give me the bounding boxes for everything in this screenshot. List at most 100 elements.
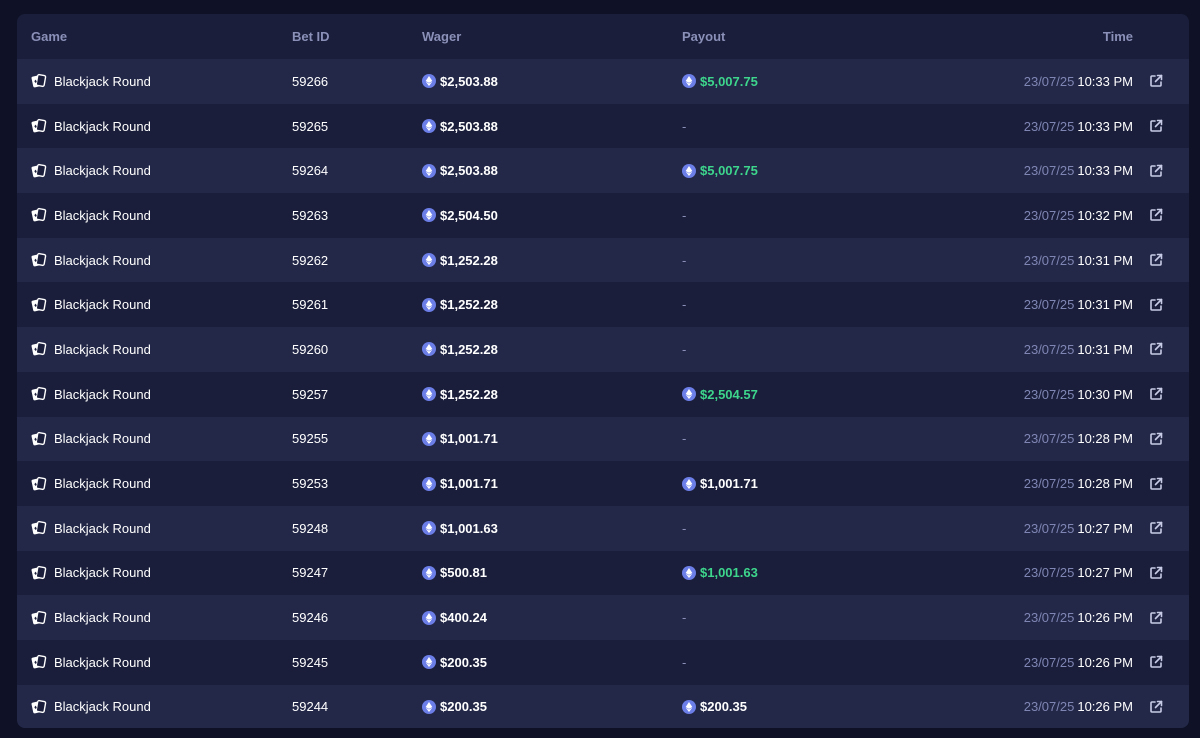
bet-time: 10:32 PM — [1077, 207, 1133, 223]
game-cell: Blackjack Round — [31, 238, 151, 283]
game-cell: Blackjack Round — [31, 506, 151, 551]
table-row[interactable]: Blackjack Round 59266 $2,503.88 $5,007.7… — [17, 59, 1189, 104]
header-bet-id[interactable]: Bet ID — [292, 29, 330, 44]
ethereum-icon — [422, 655, 436, 670]
external-link-icon[interactable] — [1148, 341, 1164, 357]
payout-amount: $5,007.75 — [700, 163, 758, 179]
header-wager[interactable]: Wager — [422, 29, 461, 44]
external-link-icon[interactable] — [1148, 610, 1164, 626]
wager-cell: $400.24 — [422, 595, 487, 640]
table-row[interactable]: Blackjack Round 59244 $200.35 $200.35 23… — [17, 684, 1189, 728]
table-row[interactable]: Blackjack Round 59247 $500.81 $1,001.63 … — [17, 550, 1189, 596]
table-row[interactable]: Blackjack Round 59248 $1,001.63 - 23/07/… — [17, 505, 1189, 551]
wager-cell: $1,252.28 — [422, 372, 498, 417]
game-cell: Blackjack Round — [31, 417, 151, 462]
external-link-icon[interactable] — [1148, 520, 1164, 536]
bet-date: 23/07/25 — [1023, 610, 1075, 626]
game-cell: Blackjack Round — [31, 685, 151, 728]
open-bet-link[interactable] — [1148, 417, 1164, 462]
game-cell: Blackjack Round — [31, 551, 151, 596]
game-cell: Blackjack Round — [31, 148, 151, 193]
bet-date: 23/07/25 — [1023, 386, 1075, 402]
table-row[interactable]: Blackjack Round 59253 $1,001.71 $1,001.7… — [17, 461, 1189, 506]
ethereum-icon — [422, 610, 436, 625]
open-bet-link[interactable] — [1148, 238, 1164, 283]
open-bet-link[interactable] — [1148, 327, 1164, 372]
header-time[interactable]: Time — [1103, 29, 1133, 44]
external-link-icon[interactable] — [1148, 476, 1164, 492]
external-link-icon[interactable] — [1148, 565, 1164, 581]
game-name: Blackjack Round — [54, 520, 151, 536]
table-row[interactable]: Blackjack Round 59264 $2,503.88 $5,007.7… — [17, 148, 1189, 194]
bet-id: 59262 — [292, 252, 329, 268]
blackjack-cards-icon — [31, 386, 47, 402]
wager-cell: $2,503.88 — [422, 59, 498, 104]
payout-cell: - — [682, 506, 686, 551]
game-cell: Blackjack Round — [31, 327, 151, 372]
external-link-icon[interactable] — [1148, 699, 1164, 715]
payout-cell: $1,001.71 — [682, 461, 758, 506]
table-row[interactable]: Blackjack Round 59246 $400.24 - 23/07/25… — [17, 595, 1189, 640]
wager-amount: $1,252.28 — [440, 297, 498, 313]
table-row[interactable]: Blackjack Round 59263 $2,504.50 - 23/07/… — [17, 193, 1189, 238]
external-link-icon[interactable] — [1148, 297, 1164, 313]
external-link-icon[interactable] — [1148, 73, 1164, 89]
open-bet-link[interactable] — [1148, 282, 1164, 327]
payout-amount: $1,001.63 — [700, 565, 758, 581]
wager-amount: $1,252.28 — [440, 386, 498, 402]
ethereum-icon — [422, 74, 436, 89]
time-cell: 23/07/25 10:33 PM — [1024, 148, 1133, 193]
header-game[interactable]: Game — [31, 29, 67, 44]
wager-cell: $500.81 — [422, 551, 487, 596]
wager-amount: $1,001.71 — [440, 431, 498, 447]
open-bet-link[interactable] — [1148, 59, 1164, 104]
blackjack-cards-icon — [31, 118, 47, 134]
bet-id: 59265 — [292, 118, 329, 134]
table-row[interactable]: Blackjack Round 59257 $1,252.28 $2,504.5… — [17, 371, 1189, 417]
open-bet-link[interactable] — [1148, 461, 1164, 506]
wager-cell: $1,252.28 — [422, 282, 498, 327]
open-bet-link[interactable] — [1148, 148, 1164, 193]
table-row[interactable]: Blackjack Round 59245 $200.35 - 23/07/25… — [17, 639, 1189, 685]
ethereum-icon — [682, 163, 696, 178]
game-name: Blackjack Round — [54, 73, 151, 89]
wager-amount: $1,001.63 — [440, 520, 498, 536]
bets-table: Game Bet ID Wager Payout Time Blackjack … — [17, 14, 1189, 728]
payout-cell: - — [682, 327, 686, 372]
bet-id: 59263 — [292, 207, 329, 223]
table-row[interactable]: Blackjack Round 59265 $2,503.88 - 23/07/… — [17, 103, 1189, 149]
external-link-icon[interactable] — [1148, 654, 1164, 670]
header-payout[interactable]: Payout — [682, 29, 725, 44]
game-name: Blackjack Round — [54, 297, 151, 313]
open-bet-link[interactable] — [1148, 104, 1164, 149]
external-link-icon[interactable] — [1148, 163, 1164, 179]
external-link-icon[interactable] — [1148, 386, 1164, 402]
time-cell: 23/07/25 10:33 PM — [1024, 59, 1133, 104]
table-row[interactable]: Blackjack Round 59260 $1,252.28 - 23/07/… — [17, 327, 1189, 372]
table-row[interactable]: Blackjack Round 59255 $1,001.71 - 23/07/… — [17, 416, 1189, 462]
payout-empty: - — [682, 654, 687, 670]
external-link-icon[interactable] — [1148, 207, 1164, 223]
open-bet-link[interactable] — [1148, 685, 1164, 728]
table-row[interactable]: Blackjack Round 59262 $1,252.28 - 23/07/… — [17, 237, 1189, 283]
blackjack-cards-icon — [31, 207, 47, 223]
open-bet-link[interactable] — [1148, 640, 1164, 685]
wager-amount: $200.35 — [440, 699, 487, 715]
external-link-icon[interactable] — [1148, 431, 1164, 447]
open-bet-link[interactable] — [1148, 372, 1164, 417]
payout-cell: - — [682, 640, 686, 685]
game-name: Blackjack Round — [54, 207, 151, 223]
blackjack-cards-icon — [31, 163, 47, 179]
open-bet-link[interactable] — [1148, 551, 1164, 596]
table-row[interactable]: Blackjack Round 59261 $1,252.28 - 23/07/… — [17, 282, 1189, 328]
open-bet-link[interactable] — [1148, 193, 1164, 238]
open-bet-link[interactable] — [1148, 595, 1164, 640]
external-link-icon[interactable] — [1148, 252, 1164, 268]
bet-id: 59257 — [292, 386, 329, 402]
game-name: Blackjack Round — [54, 252, 151, 268]
bet-time: 10:26 PM — [1077, 654, 1133, 670]
open-bet-link[interactable] — [1148, 506, 1164, 551]
bet-id: 59247 — [292, 565, 329, 581]
bet-date: 23/07/25 — [1023, 207, 1075, 223]
external-link-icon[interactable] — [1148, 118, 1164, 134]
